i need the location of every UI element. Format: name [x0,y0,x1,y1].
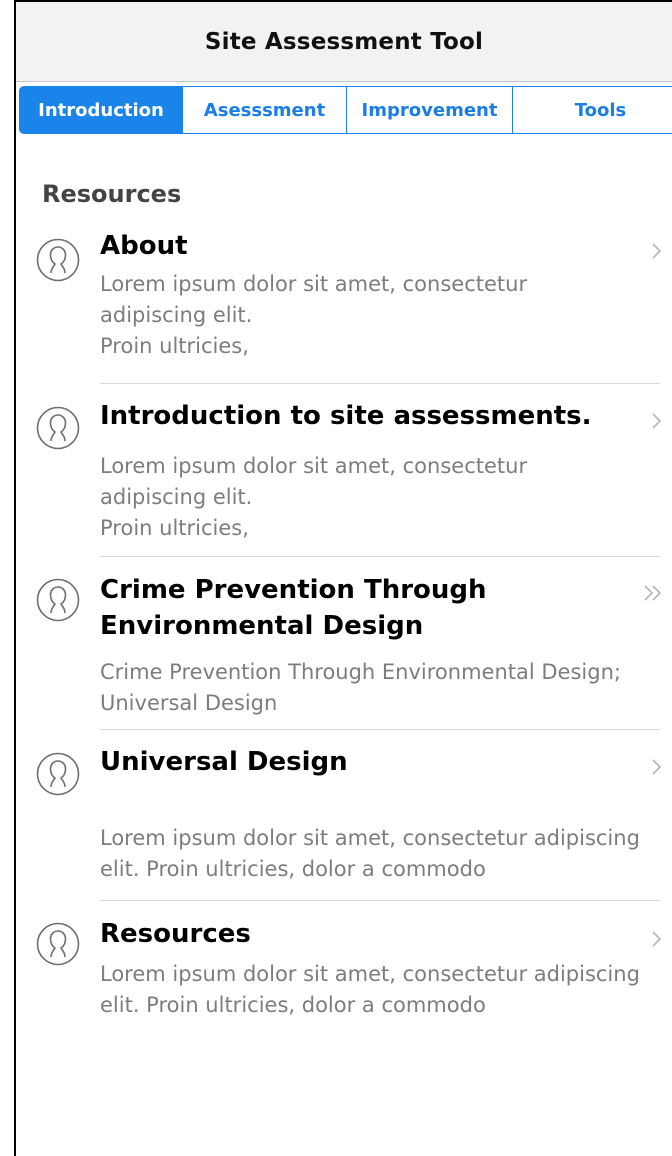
list-item-description: Lorem ipsum dolor sit amet, consectetur … [100,454,528,509]
list-item-title: Introduction to site assessments. [100,401,592,431]
list-item-description: Lorem ipsum dolor sit amet, consectetur … [100,962,640,1017]
user-icon [36,406,80,450]
tab-bar: Introduction Asesssment Improvement Tool… [19,86,672,134]
chevron-right-icon [652,931,662,947]
list-item-about[interactable]: About Lorem ipsum dolor sit amet, consec… [16,226,672,378]
list-item-universal-design[interactable]: Universal Design Lorem ipsum dolor sit a… [16,730,672,900]
section-title: Resources [42,180,182,208]
divider [100,556,660,557]
app-frame: Site Assessment Tool Introduction Asesss… [14,0,672,1156]
list-item-introduction[interactable]: Introduction to site assessments. Lorem … [16,384,672,556]
divider [100,900,660,901]
chevron-right-icon [652,413,662,429]
list-item-title: Resources [100,919,251,949]
tab-assessment[interactable]: Asesssment [183,86,347,134]
list-item-title: About [100,231,188,261]
tab-tools[interactable]: Tools [513,86,672,134]
user-icon [36,578,80,622]
double-chevron-right-icon [644,585,662,601]
list-item-title: Crime Prevention Through Environmental D… [100,575,487,641]
list-item-description-extra: Proin ultricies, [100,334,249,358]
list-item-title: Universal Design [100,747,348,777]
list-item-description-extra: Proin ultricies, [100,516,249,540]
user-icon [36,922,80,966]
list-item-description: Crime Prevention Through Environmental D… [100,660,621,715]
title-bar: Site Assessment Tool [16,2,672,82]
page-title: Site Assessment Tool [204,28,484,55]
list-item-description: Lorem ipsum dolor sit amet, consectetur … [100,826,640,881]
chevron-right-icon [652,243,662,259]
tab-improvement[interactable]: Improvement [347,86,513,134]
list-item-cpted[interactable]: Crime Prevention Through Environmental D… [16,558,672,728]
user-icon [36,238,80,282]
tab-introduction[interactable]: Introduction [19,86,183,134]
chevron-right-icon [652,759,662,775]
list-item-description: Lorem ipsum dolor sit amet, consectetur … [100,272,528,327]
list-item-resources[interactable]: Resources Lorem ipsum dolor sit amet, co… [16,902,672,1052]
user-icon [36,752,80,796]
